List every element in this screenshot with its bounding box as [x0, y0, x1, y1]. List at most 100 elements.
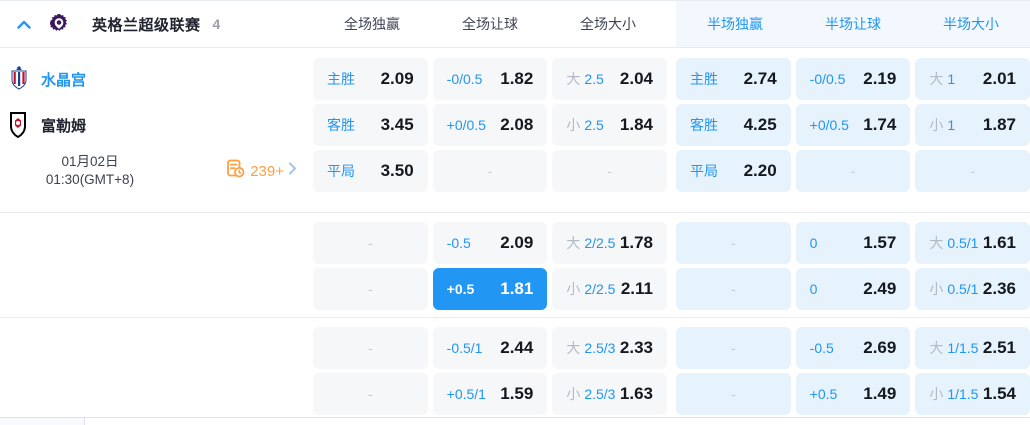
collapse-chevron-up-icon[interactable] — [15, 15, 33, 33]
odds-value: 1.57 — [863, 233, 897, 252]
halftime-half: -0 2.49 小 0.5/1 2.36 — [676, 268, 1030, 310]
odds-label: 大 0.5/1 — [929, 233, 978, 253]
odds-value: 1.74 — [863, 115, 897, 134]
odds-board: 英格兰超级联赛 4 全场独赢 全场让球 全场大小 半场独赢 半场让球 半场大小 — [0, 0, 1030, 425]
match-info-panel: 水晶宫 富勒姆 01月02日 01:30(GMT+8) 239+ — [0, 48, 313, 212]
odds-cell-empty: - — [676, 327, 791, 369]
league-header-row: 英格兰超级联赛 4 全场独赢 全场让球 全场大小 半场独赢 半场让球 半场大小 — [0, 1, 1030, 48]
odds-value: 2.04 — [619, 69, 653, 88]
odds-cell-hdp[interactable]: +0.5/1 1.59 — [432, 373, 548, 415]
league-title: 英格兰超级联赛 — [92, 16, 201, 34]
over-under-prefix: 小 — [929, 281, 944, 297]
odds-cell-ou[interactable]: 大 2.5 2.04 — [552, 58, 667, 100]
odds-cell-win[interactable]: 客胜 3.45 — [313, 104, 428, 146]
odds-cell-hdp[interactable]: -0/0.5 2.19 — [795, 58, 911, 100]
odds-cell-empty: - — [676, 373, 791, 415]
odds-cell-ou[interactable]: 小 2/2.5 2.11 — [552, 268, 667, 310]
halftime-half: 平局 2.20 - - — [676, 150, 1030, 192]
empty-dash: - — [367, 340, 373, 356]
left-spacer — [0, 213, 313, 317]
odds-cell-ou[interactable]: 大 1 2.01 — [915, 58, 1030, 100]
odds-label: 0 — [809, 235, 818, 251]
odds-value: 2.11 — [620, 279, 653, 298]
odds-label: 小 2.5/3 — [566, 384, 615, 404]
odds-label: -0.5/1 — [446, 340, 483, 356]
odds-label: 主胜 — [327, 71, 355, 87]
odds-cell-win[interactable]: 平局 3.50 — [313, 150, 428, 192]
odds-value: 3.50 — [380, 161, 414, 180]
odds-cell-ou[interactable]: 大 2.5/3 2.33 — [552, 327, 667, 369]
odds-cell-ou[interactable]: 小 2.5 1.84 — [552, 104, 667, 146]
odds-label: 客胜 — [327, 117, 355, 133]
odds-cell-hdp[interactable]: +0.5 1.49 — [795, 373, 911, 415]
column-headers: 全场独赢 全场让球 全场大小 半场独赢 半场让球 半场大小 — [313, 1, 1030, 47]
fulltime-half: 平局 3.50 - - — [313, 150, 667, 192]
odds-cell-hdp[interactable]: 0 1.57 — [795, 222, 911, 264]
odds-value: 2.20 — [743, 161, 777, 180]
col-header-ht-overunder: 半场大小 — [943, 16, 999, 32]
odds-label: 大1 — [929, 69, 955, 89]
left-spacer — [0, 318, 313, 422]
over-under-prefix: 大 — [929, 340, 944, 356]
odds-cell-hdp[interactable]: -0.5/1 2.44 — [432, 327, 548, 369]
odds-cell-ou[interactable]: 大 1/1.5 2.51 — [915, 327, 1030, 369]
odds-label: -0.5 — [446, 235, 471, 251]
over-under-line: 1 — [947, 117, 956, 133]
odds-cell-hdp[interactable]: +0/0.5 2.08 — [432, 104, 548, 146]
over-under-prefix: 小 — [566, 281, 581, 297]
over-under-prefix: 大 — [566, 340, 581, 356]
match-kickoff-time: 01:30(GMT+8) — [45, 172, 135, 187]
over-under-line: 2/2.5 — [584, 235, 616, 251]
odds-label: +0.5 — [446, 281, 475, 297]
odds-cell-ou[interactable]: 大 0.5/1 1.61 — [915, 222, 1030, 264]
odds-value: 2.44 — [500, 338, 534, 357]
odds-cell-ou[interactable]: 大 2/2.5 1.78 — [552, 222, 667, 264]
fulltime-half: 客胜 3.45 +0/0.5 2.08 小 2.5 1.84 — [313, 104, 667, 146]
odds-section-alt-1: - -0.5 2.09 大 2/2.5 1.78-0 1.57 大 0.5/1 1.61- +0.5… — [0, 213, 1030, 318]
fulltime-half: 主胜 2.09 -0/0.5 1.82 大 2.5 2.04 — [313, 58, 667, 100]
odds-cell-win[interactable]: 平局 2.20 — [676, 150, 791, 192]
halftime-half: - +0.5 1.49 小 1/1.5 1.54 — [676, 373, 1030, 415]
odds-value: 1.84 — [619, 115, 653, 134]
odds-label: 大 2.5 — [566, 69, 603, 89]
halftime-half: 主胜 2.74 -0/0.5 2.19 大 1 2.01 — [676, 58, 1030, 100]
odds-cell-hdp[interactable]: -0.5 2.09 — [432, 222, 548, 264]
odds-value: 2.74 — [743, 69, 777, 88]
odds-label: 大 2/2.5 — [566, 233, 615, 253]
odds-value: 1.59 — [500, 384, 534, 403]
odds-cell-hdp-selected[interactable]: +0.5 1.81 — [432, 268, 548, 310]
odds-label: 大 1/1.5 — [929, 338, 978, 358]
odds-cell-ou[interactable]: 小 2.5/3 1.63 — [552, 373, 667, 415]
over-under-line: 2.5/3 — [584, 386, 616, 402]
odds-label: -0.5 — [809, 340, 834, 356]
more-markets-button[interactable]: 239+ — [226, 159, 297, 183]
odds-row: - -0.5/1 2.44 大 2.5/3 2.33- -0.5 2.69 大 1/1.5 2.51 — [313, 327, 1030, 369]
col-header-ht-handicap: 半场让球 — [825, 16, 881, 32]
odds-label: 小 2/2.5 — [566, 279, 615, 299]
odds-cell-ou[interactable]: 小 0.5/1 2.36 — [915, 268, 1030, 310]
over-under-prefix: 小 — [566, 386, 581, 402]
over-under-line: 1 — [947, 71, 956, 87]
odds-cell-win[interactable]: 客胜 4.25 — [676, 104, 791, 146]
empty-dash: - — [487, 163, 493, 179]
odds-cell-win[interactable]: 主胜 2.09 — [313, 58, 428, 100]
odds-cell-hdp[interactable]: +0/0.5 1.74 — [795, 104, 911, 146]
odds-cell-hdp[interactable]: 0 2.49 — [795, 268, 911, 310]
odds-cell-hdp[interactable]: -0.5 2.69 — [795, 327, 911, 369]
odds-value: 2.01 — [982, 69, 1016, 88]
halftime-half: - -0.5 2.69 大 1/1.5 2.51 — [676, 327, 1030, 369]
odds-cell-hdp[interactable]: -0/0.5 1.82 — [432, 58, 548, 100]
odds-row: 平局 3.50 - - 平局 2.20 - - — [313, 150, 1030, 192]
league-header-left: 英格兰超级联赛 4 — [0, 1, 313, 47]
odds-cell-ou[interactable]: 小 1 1.87 — [915, 104, 1030, 146]
more-markets-count: 239+ — [250, 162, 284, 180]
odds-row: - +0.5 1.81 小 2/2.5 2.11-0 2.49 小 0.5/1 2.36 — [313, 268, 1030, 310]
fulltime-half: - -0.5/1 2.44 大 2.5/3 2.33 — [313, 327, 667, 369]
fulltime-half: - -0.5 2.09 大 2/2.5 1.78 — [313, 222, 667, 264]
odds-value: 2.09 — [500, 233, 534, 252]
odds-cell-ou[interactable]: 小 1/1.5 1.54 — [915, 373, 1030, 415]
odds-row: 主胜 2.09 -0/0.5 1.82 大 2.5 2.04 主胜 2.74 -0/0.5 2.19… — [313, 58, 1030, 100]
odds-label: 大 2.5/3 — [566, 338, 615, 358]
odds-value: 1.54 — [982, 384, 1016, 403]
odds-cell-win[interactable]: 主胜 2.74 — [676, 58, 791, 100]
